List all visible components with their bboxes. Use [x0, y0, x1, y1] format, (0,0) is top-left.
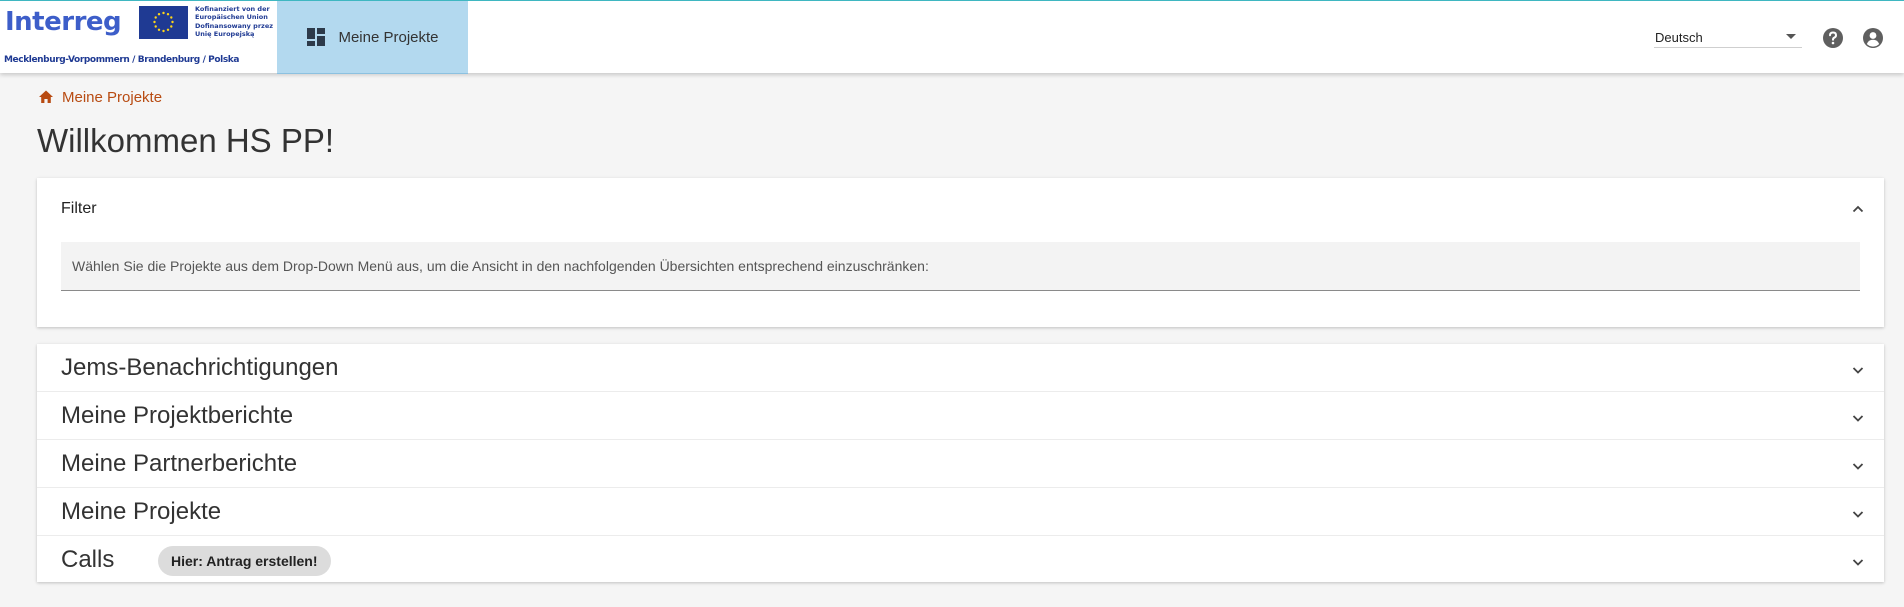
section-meine-projektberichte[interactable]: Meine Projektberichte [37, 392, 1884, 440]
nav-tab-meine-projekte[interactable]: Meine Projekte [277, 1, 468, 74]
nav-tab-label: Meine Projekte [338, 28, 439, 46]
breadcrumb: Meine Projekte [38, 87, 162, 107]
section-title: Calls [61, 546, 115, 573]
chevron-down-icon [1848, 504, 1868, 524]
page-title: Willkommen HS PP! [37, 122, 335, 159]
logo-region: Mecklenburg-Vorpommern / Brandenburg / P… [4, 55, 240, 65]
interreg-logo[interactable]: Interreg Kofinanziert von der Europäisch… [0, 1, 276, 73]
project-filter-select[interactable]: Wählen Sie die Projekte aus dem Drop-Dow… [61, 242, 1860, 291]
chevron-up-icon[interactable] [1848, 199, 1868, 219]
filter-title: Filter [61, 200, 97, 217]
chevron-down-icon [1848, 360, 1868, 380]
sections-accordion: Jems-Benachrichtigungen Meine Projektber… [37, 344, 1884, 582]
section-title: Meine Projekte [61, 498, 222, 525]
logo-wordmark: Interreg [5, 7, 122, 37]
account-icon[interactable] [1862, 27, 1884, 49]
section-title: Meine Partnerberichte [61, 450, 298, 477]
eu-flag-icon [139, 6, 188, 39]
caret-down-icon [1786, 34, 1796, 39]
top-bar: Interreg Kofinanziert von der Europäisch… [0, 0, 1904, 74]
chevron-down-icon [1848, 456, 1868, 476]
language-select[interactable]: Deutsch [1654, 27, 1802, 48]
breadcrumb-link[interactable]: Meine Projekte [62, 89, 162, 106]
filter-placeholder: Wählen Sie die Projekte aus dem Drop-Dow… [72, 258, 929, 274]
filter-panel: Filter Wählen Sie die Projekte aus dem D… [37, 178, 1884, 327]
section-meine-projekte[interactable]: Meine Projekte [37, 488, 1884, 536]
help-icon[interactable] [1822, 27, 1844, 49]
eu-cofinancing-text: Kofinanziert von der Europäischen Union … [195, 5, 275, 38]
section-jems-benachrichtigungen[interactable]: Jems-Benachrichtigungen [37, 344, 1884, 392]
create-application-button[interactable]: Hier: Antrag erstellen! [158, 546, 331, 576]
section-calls[interactable]: Calls Hier: Antrag erstellen! [37, 536, 1884, 583]
eu-line-2: Europäischen Union [195, 12, 268, 21]
section-title: Meine Projektberichte [61, 402, 294, 429]
pl-line-2: Unię Europejską [195, 29, 255, 38]
section-meine-partnerberichte[interactable]: Meine Partnerberichte [37, 440, 1884, 488]
dashboard-icon [306, 27, 326, 47]
section-title: Jems-Benachrichtigungen [61, 354, 339, 381]
home-icon[interactable] [38, 89, 54, 105]
chevron-down-icon [1848, 552, 1868, 572]
language-value: Deutsch [1655, 30, 1703, 45]
chevron-down-icon [1848, 408, 1868, 428]
